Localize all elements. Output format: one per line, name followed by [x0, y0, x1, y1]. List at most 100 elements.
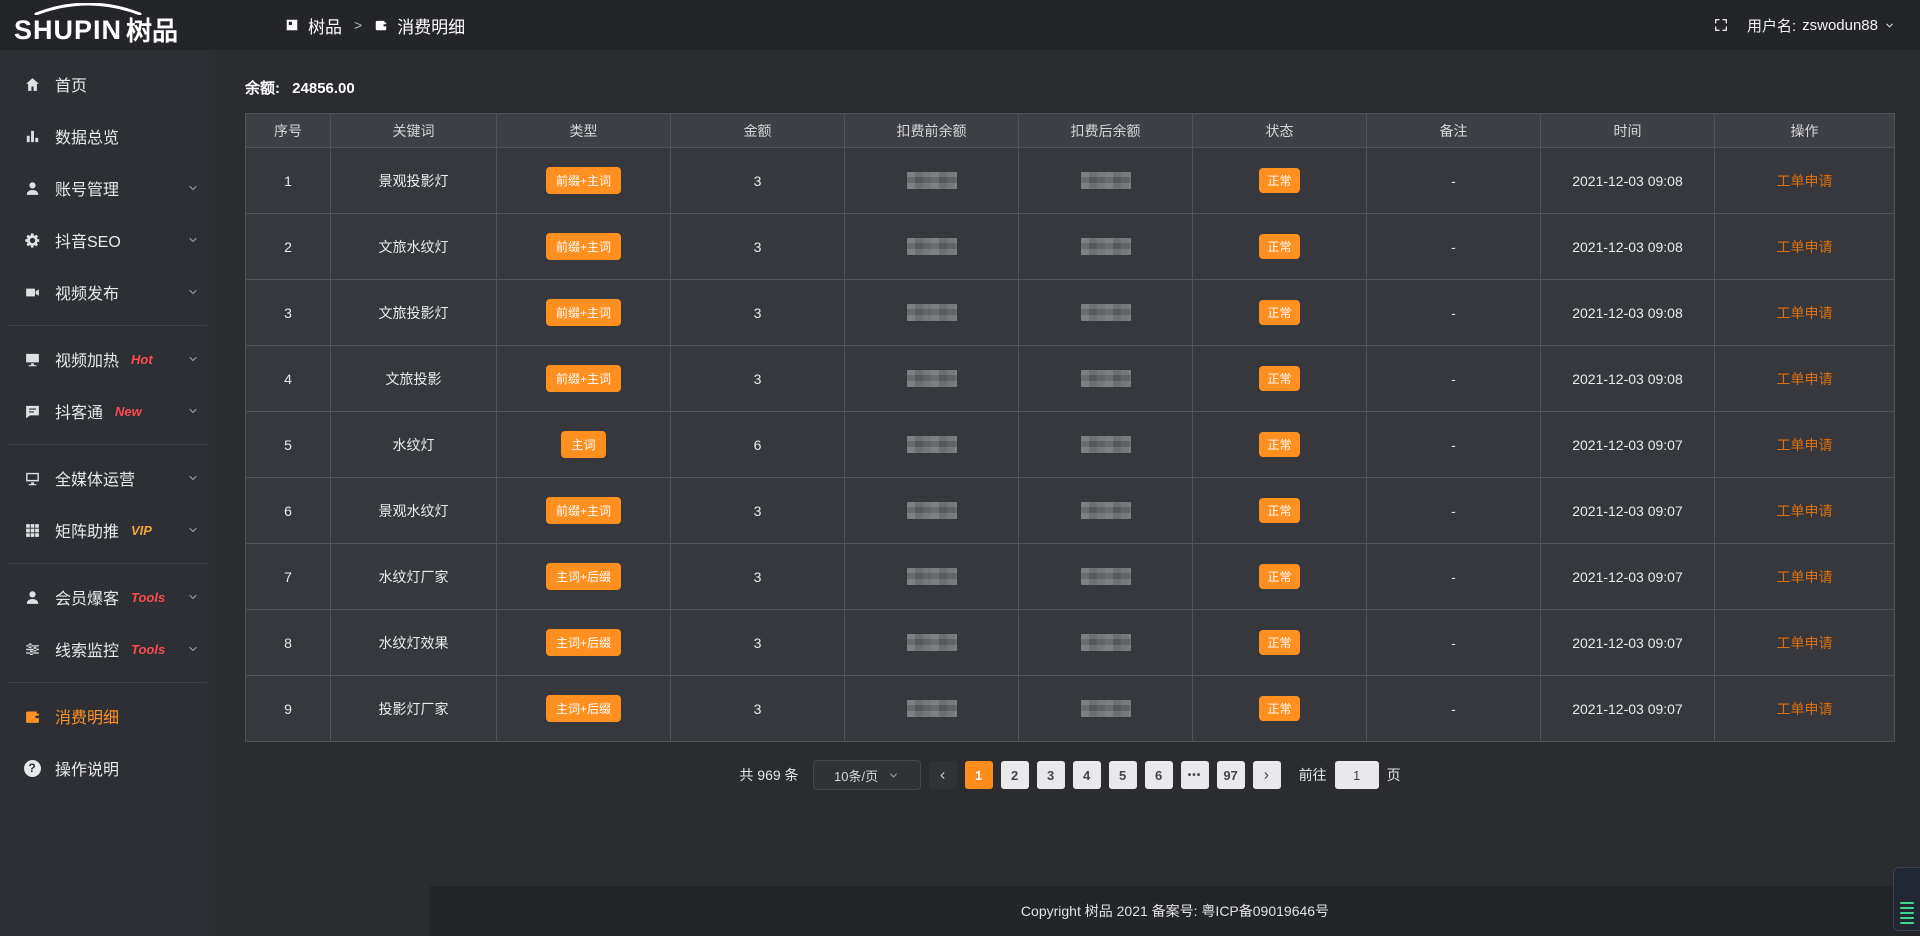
cell-remark: -	[1367, 148, 1541, 214]
cell-time: 2021-12-03 09:08	[1541, 280, 1715, 346]
sidebar-item-account[interactable]: 账号管理	[0, 162, 215, 214]
cell-action: 工单申请	[1715, 676, 1895, 742]
cell-keyword: 文旅水纹灯	[331, 214, 497, 280]
sidebar-item-video-heat[interactable]: 视频加热 Hot	[0, 333, 215, 385]
work-order-link[interactable]: 工单申请	[1777, 239, 1833, 255]
sidebar-item-label: 视频发布	[55, 280, 119, 304]
cell-action: 工单申请	[1715, 610, 1895, 676]
goto-page-input[interactable]	[1335, 761, 1379, 789]
cell-amount: 3	[671, 346, 845, 412]
sidebar-item-consumption-detail[interactable]: 消费明细	[0, 690, 215, 742]
app-window: SHUPIN 树品 首页 数据总览 账号管理 抖音SEO	[0, 0, 1920, 936]
cell-time: 2021-12-03 09:07	[1541, 676, 1715, 742]
page-size-select[interactable]: 10条/页	[813, 760, 921, 790]
work-order-link[interactable]: 工单申请	[1777, 371, 1833, 387]
cell-keyword: 文旅投影灯	[331, 280, 497, 346]
sidebar-item-douketong[interactable]: 抖客通 New	[0, 385, 215, 437]
sidebar-item-member-burst[interactable]: 会员爆客 Tools	[0, 571, 215, 623]
work-order-link[interactable]: 工单申请	[1777, 305, 1833, 321]
page-button-97[interactable]: 97	[1217, 761, 1245, 789]
chevron-down-icon	[187, 524, 199, 536]
user-icon	[22, 587, 42, 607]
sidebar-item-douyin-seo[interactable]: 抖音SEO	[0, 214, 215, 266]
type-badge: 前缀+主词	[546, 299, 621, 326]
work-order-link[interactable]: 工单申请	[1777, 503, 1833, 519]
sidebar-divider	[8, 444, 207, 445]
balance-label: 余额:	[245, 80, 280, 97]
page-button-1[interactable]: 1	[965, 761, 993, 789]
grid-icon	[22, 520, 42, 540]
prev-page-button[interactable]	[929, 761, 957, 789]
logo-text-en: SHUPIN	[14, 17, 122, 44]
cell-amount: 3	[671, 280, 845, 346]
page-button-3[interactable]: 3	[1037, 761, 1065, 789]
sliders-icon	[22, 639, 42, 659]
type-badge: 前缀+主词	[546, 233, 621, 260]
chevron-down-icon	[187, 182, 199, 194]
next-page-button[interactable]	[1253, 761, 1281, 789]
wallet-icon	[22, 706, 42, 726]
col-amount: 金额	[671, 114, 845, 148]
table-row: 5 水纹灯 主词 6 正常 - 2021-12-03 09:07 工单申请	[246, 412, 1895, 478]
blurred-value	[1081, 700, 1131, 717]
page-button-2[interactable]: 2	[1001, 761, 1029, 789]
work-order-link[interactable]: 工单申请	[1777, 701, 1833, 717]
page-button-6[interactable]: 6	[1145, 761, 1173, 789]
goto-unit: 页	[1387, 765, 1401, 785]
sidebar-item-home[interactable]: 首页	[0, 58, 215, 110]
username-label: 用户名:	[1747, 15, 1796, 36]
blurred-value	[907, 436, 957, 453]
sidebar-item-media-operation[interactable]: 全媒体运营	[0, 452, 215, 504]
cell-remark: -	[1367, 676, 1541, 742]
user-menu[interactable]: 用户名: zswodun88	[1747, 15, 1895, 36]
cell-action: 工单申请	[1715, 280, 1895, 346]
work-order-link[interactable]: 工单申请	[1777, 635, 1833, 651]
page-button-5[interactable]: 5	[1109, 761, 1137, 789]
chevron-down-icon	[1884, 20, 1895, 31]
wallet-icon	[374, 18, 388, 32]
blurred-value	[907, 700, 957, 717]
topbar-right: 用户名: zswodun88	[1713, 15, 1895, 36]
col-keyword: 关键词	[331, 114, 497, 148]
sidebar-item-instructions[interactable]: 操作说明	[0, 742, 215, 794]
sidebar-item-label: 视频加热	[55, 347, 119, 371]
sidebar-item-matrix-boost[interactable]: 矩阵助推 VIP	[0, 504, 215, 556]
type-badge: 主词+后缀	[546, 629, 621, 656]
work-order-link[interactable]: 工单申请	[1777, 173, 1833, 189]
cell-balance-before	[845, 412, 1019, 478]
cell-index: 4	[246, 346, 331, 412]
col-type: 类型	[497, 114, 671, 148]
sidebar-item-data-overview[interactable]: 数据总览	[0, 110, 215, 162]
monitor-icon	[22, 349, 42, 369]
cell-type: 前缀+主词	[497, 346, 671, 412]
username-value: zswodun88	[1802, 17, 1878, 34]
blurred-value	[907, 568, 957, 585]
cell-balance-before	[845, 478, 1019, 544]
sidebar-item-video-publish[interactable]: 视频发布	[0, 266, 215, 318]
blurred-value	[1081, 436, 1131, 453]
sidebar-divider	[8, 563, 207, 564]
blurred-value	[1081, 502, 1131, 519]
cell-type: 前缀+主词	[497, 280, 671, 346]
sidebar-item-label: 首页	[55, 72, 87, 96]
hot-badge: Hot	[131, 352, 153, 367]
more-pages-button[interactable]: •••	[1181, 761, 1209, 789]
cell-status: 正常	[1193, 610, 1367, 676]
fullscreen-icon[interactable]	[1713, 17, 1729, 33]
widget-bar	[1900, 922, 1914, 924]
blurred-value	[907, 304, 957, 321]
cell-balance-before	[845, 346, 1019, 412]
col-balance-after: 扣费后余额	[1019, 114, 1193, 148]
cell-balance-after	[1019, 214, 1193, 280]
cell-balance-after	[1019, 280, 1193, 346]
cell-index: 2	[246, 214, 331, 280]
cell-keyword: 投影灯厂家	[331, 676, 497, 742]
work-order-link[interactable]: 工单申请	[1777, 437, 1833, 453]
work-order-link[interactable]: 工单申请	[1777, 569, 1833, 585]
breadcrumb-root[interactable]: 树品	[308, 13, 342, 38]
page-button-4[interactable]: 4	[1073, 761, 1101, 789]
sidebar-item-lead-monitor[interactable]: 线索监控 Tools	[0, 623, 215, 675]
status-badge: 正常	[1259, 234, 1299, 259]
support-widget[interactable]	[1893, 867, 1920, 931]
chevron-down-icon	[888, 770, 899, 781]
